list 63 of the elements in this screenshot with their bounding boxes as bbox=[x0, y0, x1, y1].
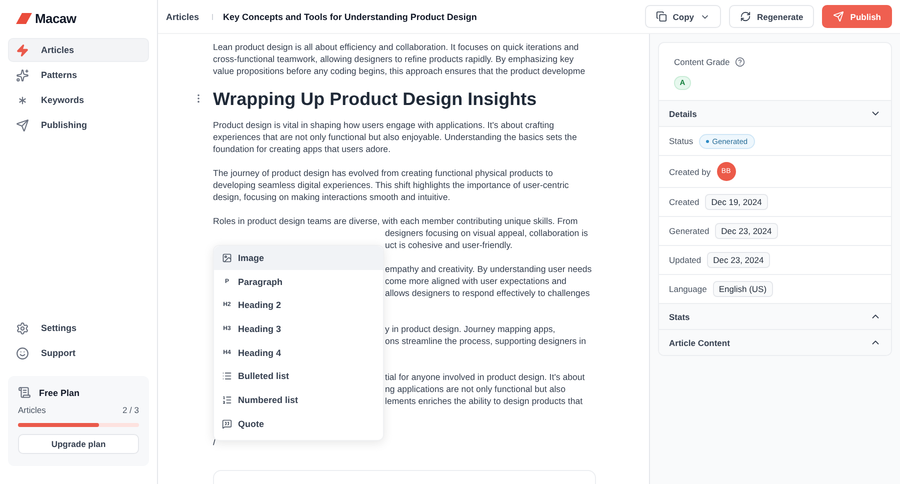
quote-icon bbox=[222, 418, 232, 429]
text-line: come more aligned with user expectations and bbox=[385, 275, 566, 287]
regenerate-button[interactable]: Regenerate bbox=[728, 5, 814, 28]
detail-label: Updated bbox=[669, 255, 702, 265]
usage-label: Articles bbox=[18, 405, 46, 415]
settings-icon bbox=[16, 322, 29, 334]
lightning-icon bbox=[16, 44, 29, 56]
paragraph: The journey of product design has evolved from creating functional physical products to developing seamless digital experiences. This shift highlights the importance of user-centric design, focusing on making interactions smooth and intuitive. bbox=[213, 167, 570, 203]
section-header[interactable]: Stats bbox=[659, 303, 891, 329]
menu-item[interactable]: Bulleted list bbox=[214, 364, 383, 388]
sidebar-item[interactable]: Support bbox=[8, 341, 149, 365]
grade-label: Content Grade bbox=[674, 57, 730, 67]
smiley-icon bbox=[16, 346, 29, 360]
sidebar-item[interactable]: Articles bbox=[8, 38, 149, 62]
sidebar-item[interactable]: Publishing bbox=[8, 113, 149, 137]
usage-count: 2 / 3 bbox=[122, 405, 139, 415]
text-line: uct is cohesive and user-friendly. bbox=[385, 239, 512, 251]
detail-label: Status bbox=[669, 136, 694, 146]
sidebar-item[interactable]: Settings bbox=[8, 316, 149, 340]
copy-icon bbox=[656, 11, 667, 22]
text-line: y in product design. Journey mapping apps, bbox=[385, 323, 556, 335]
menu-item[interactable]: Numbered list bbox=[214, 388, 383, 412]
menu-item[interactable]: Image bbox=[214, 246, 383, 270]
detail-value: Dec 23, 2024 bbox=[707, 252, 770, 268]
detail-label: Created by bbox=[669, 166, 711, 176]
menu-item[interactable]: Quote bbox=[214, 412, 383, 436]
text-line: allows designers to respond effectively to challenges bbox=[385, 287, 590, 299]
scroll-icon bbox=[18, 386, 31, 399]
brand-name: Macaw bbox=[35, 11, 76, 26]
text-line: empathy and creativity. By understanding user needs bbox=[385, 263, 592, 275]
detail-value: English (US) bbox=[712, 281, 773, 297]
sidebar-item[interactable]: Patterns bbox=[8, 63, 149, 87]
plan-name: Free Plan bbox=[39, 388, 80, 398]
detail-value: Dec 19, 2024 bbox=[705, 194, 768, 210]
bulleted-list-icon bbox=[222, 371, 232, 382]
section-heading: Wrapping Up Product Design Insights bbox=[213, 89, 538, 110]
help-icon[interactable] bbox=[734, 57, 745, 67]
logo-icon bbox=[16, 13, 32, 24]
breadcrumb-link[interactable]: Articles bbox=[166, 12, 200, 22]
paragraph: Product design is vital in shaping how users engage with applications. It's about crafting experiences that are not only functional but also enjoyable. Understanding the basics sets the foundation for creating apps that users adore. bbox=[213, 119, 578, 155]
detail-value: Dec 23, 2024 bbox=[715, 223, 778, 239]
paper-plane-icon bbox=[833, 11, 844, 22]
text-line: ng applications are not only functional but also bbox=[385, 383, 566, 395]
detail-label: Created bbox=[669, 197, 700, 207]
image-icon bbox=[222, 252, 232, 263]
copy-button[interactable]: Copy bbox=[644, 5, 721, 28]
text-line: ons streamline the process, supporting designers in bbox=[385, 335, 586, 347]
sidebar-item[interactable]: Keywords bbox=[8, 88, 149, 112]
text-line: designers focusing on visual appeal, collaboration is bbox=[385, 227, 588, 239]
numbered-list-icon bbox=[222, 394, 232, 405]
paragraph: Lean product design is all about efficiency and collaboration. It focuses on quick iterations and cross-functional teamwork, allowing designers to refine products rapidly. By emphasizing key value propositions before any coding begins, this approach ensures that the product developme bbox=[213, 41, 586, 77]
text-line: Roles in product design teams are diverse, with each member contributing unique skills. From bbox=[213, 215, 578, 227]
text-line: lements enriches the ability to design products that bbox=[385, 395, 583, 407]
upgrade-button[interactable]: Upgrade plan bbox=[18, 434, 139, 454]
sparkles-icon bbox=[16, 68, 29, 82]
detail-label: Generated bbox=[669, 226, 710, 236]
detail-label: Language bbox=[669, 284, 707, 294]
page-title: Key Concepts and Tools for Understanding Product Design bbox=[223, 12, 477, 22]
section-header[interactable]: Details bbox=[659, 100, 891, 126]
refresh-icon bbox=[740, 11, 751, 22]
text-line: tial for anyone involved in product design. It's about bbox=[385, 371, 585, 383]
section-header[interactable]: Article Content bbox=[659, 329, 891, 355]
paper-plane-icon bbox=[16, 118, 29, 132]
